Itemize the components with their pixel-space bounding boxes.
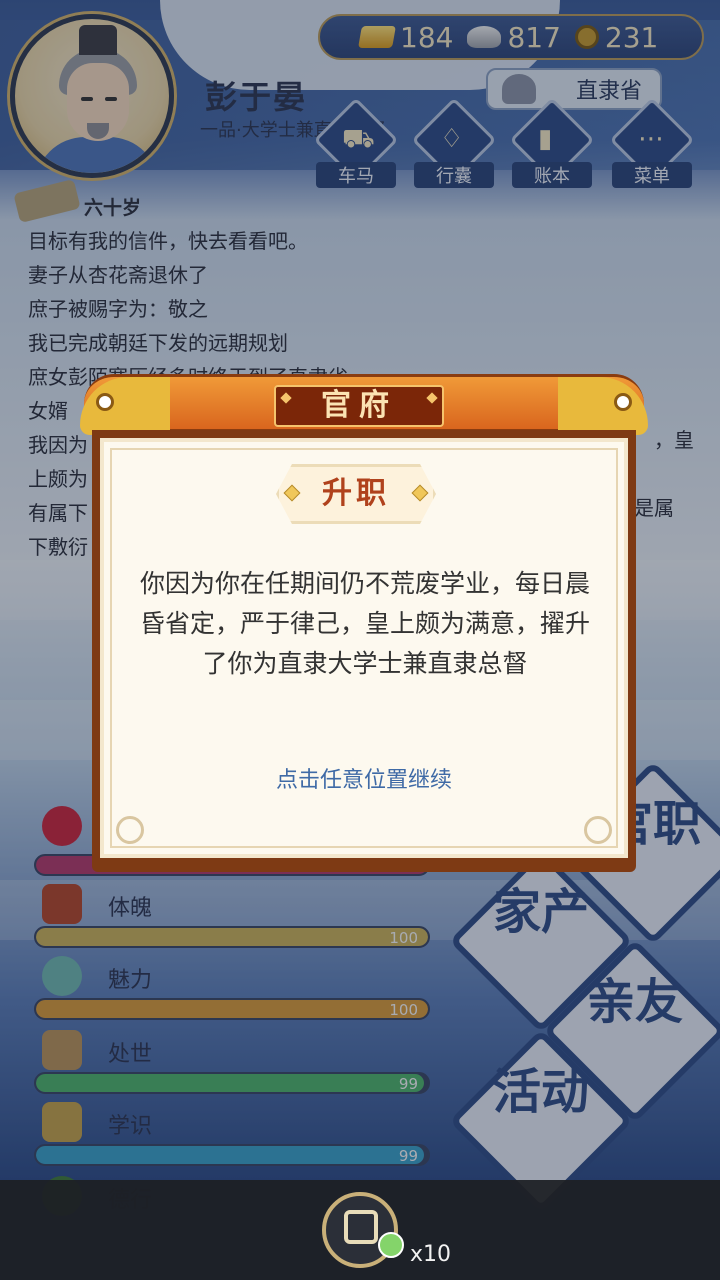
ticket-count: x10 [410, 1242, 452, 1267]
dialog-header: 官府 [80, 374, 648, 435]
dialog-body: 升职 你因为你在任期间仍不荒废学业，每日晨昏省定，严于律己，皇上颇为满意，擢升了… [92, 430, 636, 872]
pin-icon [96, 393, 114, 411]
dialog-title: 官府 [274, 385, 444, 427]
corner-ornament [584, 816, 612, 844]
game-screen: 彭于晏 一品·大学士兼直隶总督 184 817 231 直隶省 ⛟ 车马 ♢ 行… [0, 0, 720, 1280]
promotion-dialog[interactable]: 官府 升职 你因为你在任期间仍不荒废学业，每日晨昏省定，严于律己，皇上颇为满意，… [80, 374, 648, 872]
pin-icon [614, 393, 632, 411]
ticket-icon [378, 1232, 404, 1258]
dialog-paper: 升职 你因为你在任期间仍不荒废学业，每日晨昏省定，严于律己，皇上颇为满意，擢升了… [100, 438, 628, 858]
dialog-message: 你因为你在任期间仍不荒废学业，每日晨昏省定，严于律己，皇上颇为满意，擢升了你为直… [139, 569, 590, 678]
corner-ornament [116, 816, 144, 844]
share-icon [344, 1210, 378, 1244]
continue-hint[interactable]: 点击任意位置继续 [104, 762, 624, 794]
